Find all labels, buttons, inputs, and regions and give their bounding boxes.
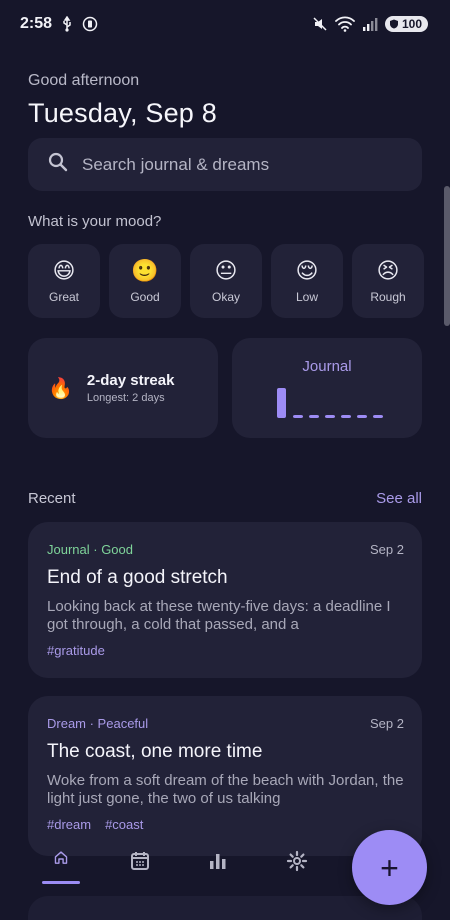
streak-card[interactable]: 🔥 2-day streak Longest: 2 days [28,338,218,438]
entry-tag[interactable]: #gratitude [47,643,105,658]
battery-level: 100 [401,17,422,31]
plus-icon: + [380,849,399,886]
streak-subtitle: Longest: 2 days [86,392,165,404]
recent-heading: Recent [28,490,76,507]
mood-option-low[interactable]: 😌 Low [271,244,343,318]
mood-emoji-okay: 😐 [214,258,238,283]
search-placeholder: Search journal & dreams [82,154,270,174]
search-icon [48,152,68,177]
mood-label: Good [130,290,160,304]
mood-option-good[interactable]: 🙂 Good [109,244,181,318]
activity-bar [357,415,367,418]
entry-card[interactable]: Journal · Good Sep 2 End of a good stret… [28,522,422,678]
activity-bar [277,388,286,418]
greeting-text: Good afternoon [28,72,140,89]
mood-heading: What is your mood? [28,213,162,230]
mood-label: Great [48,290,79,304]
activity-bar [341,415,351,418]
flame-icon: 🔥 [48,377,73,400]
status-time: 2:58 [20,15,53,32]
page-title: Tuesday, Sep 8 [28,98,217,128]
nav-stats[interactable] [197,834,239,884]
search-input[interactable]: Search journal & dreams [28,138,422,191]
nav-home[interactable] [40,834,82,884]
journal-activity-card[interactable]: Journal [232,338,422,438]
battery-saver-icon [82,16,98,32]
shield-icon [389,19,398,29]
activity-bar [325,415,335,418]
entry-title: End of a good stretch [47,567,228,588]
entry-tag[interactable]: #coast [105,817,143,832]
activity-bar [309,415,319,418]
entry-card-partial [28,896,422,920]
mood-label: Okay [211,290,240,304]
mood-emoji-great: 😄 [52,258,76,283]
entry-card[interactable]: Dream · Peaceful Sep 2 The coast, one mo… [28,696,422,856]
stats-icon [210,854,226,869]
activity-bar [293,415,303,418]
nav-settings[interactable] [276,834,318,884]
nav-calendar[interactable] [119,834,161,884]
mood-option-great[interactable]: 😄 Great [28,244,100,318]
entry-date: Sep 2 [370,542,404,557]
home-icon [54,851,68,864]
status-bar: 2:58 100 [0,0,450,48]
entry-meta: Journal · Good [47,542,133,557]
signal-icon [362,16,378,32]
mood-option-rough[interactable]: 😣 Rough [352,244,424,318]
calendar-icon [130,852,149,870]
entry-title: The coast, one more time [47,741,263,762]
nav-active-indicator [42,881,80,884]
activity-bar [373,415,383,418]
add-entry-button[interactable]: + [352,830,427,905]
activity-bars [277,388,383,418]
mood-emoji-rough: 😣 [376,258,400,283]
battery-indicator: 100 [384,16,428,32]
mood-emoji-low: 😌 [295,258,319,283]
mood-emoji-good: 🙂 [131,258,159,283]
mood-option-okay[interactable]: 😐 Okay [190,244,262,318]
mood-selector: 😄 Great 🙂 Good 😐 Okay 😌 Low 😣 Rough [28,244,424,318]
usb-icon [61,16,73,32]
mute-icon [312,16,328,32]
wifi-icon [335,16,355,32]
mood-label: Low [295,290,318,304]
entry-date: Sep 2 [370,716,404,731]
entry-tag[interactable]: #dream [47,817,91,832]
see-all-link[interactable]: See all [376,490,422,507]
bottom-navigation [22,834,342,894]
streak-title: 2-day streak [86,372,175,389]
entry-preview: Looking back at these twenty-five days: … [47,598,391,633]
scrollbar[interactable] [444,186,450,326]
entry-preview: Woke from a soft dream of the beach with… [47,772,404,807]
entry-meta: Dream · Peaceful [47,716,149,731]
settings-icon [286,850,308,872]
mood-label: Rough [370,290,406,304]
